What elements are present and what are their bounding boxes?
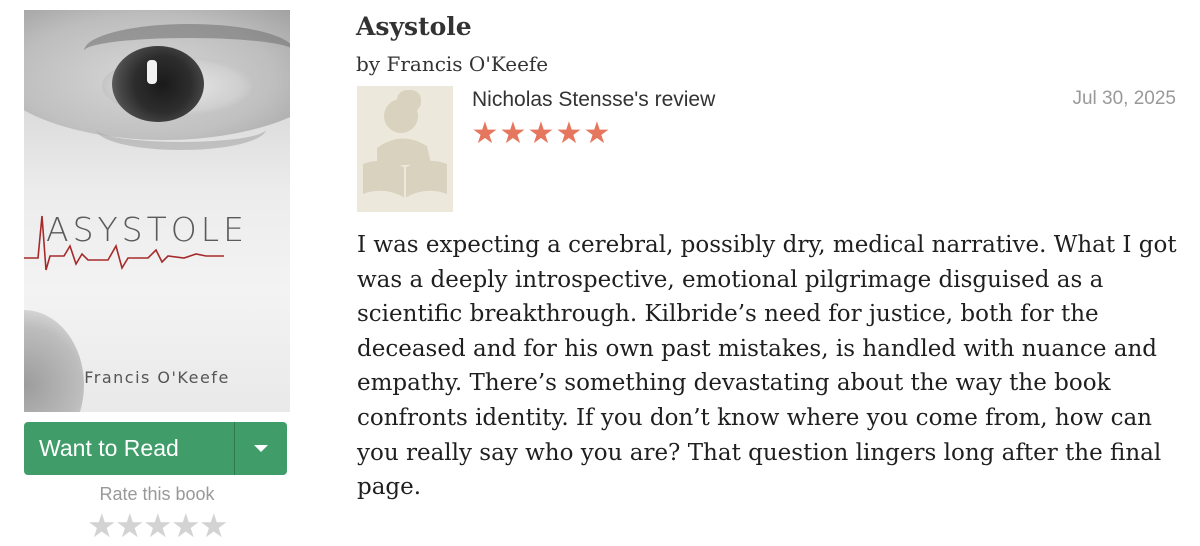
cover-author: Francis O'Keefe <box>84 368 230 387</box>
review-date[interactable]: Jul 30, 2025 <box>1072 88 1176 110</box>
reviewer-name-link[interactable]: Nicholas Stensse <box>472 88 634 111</box>
book-cover[interactable]: ASYSTOLE Francis O'Keefe <box>24 10 290 412</box>
rate-this-book-label: Rate this book <box>99 484 215 504</box>
reader-avatar-icon[interactable] <box>357 86 453 212</box>
shelf-dropdown-button[interactable] <box>235 422 287 475</box>
author-link[interactable]: Francis O'Keefe <box>386 52 548 76</box>
review-suffix: 's review <box>634 88 716 111</box>
cover-eye-glint <box>147 60 157 84</box>
by-label: by <box>356 52 381 76</box>
star-icon-4: ★ <box>555 117 583 150</box>
rate-star-icon-2[interactable]: ★ <box>115 506 145 546</box>
star-icon-1: ★ <box>471 117 499 150</box>
rate-star-icon-5[interactable]: ★ <box>199 506 229 546</box>
review-rating: ★ ★ ★ ★ ★ <box>471 116 611 152</box>
rate-star-icon-4[interactable]: ★ <box>171 506 201 546</box>
book-title[interactable]: Asystole <box>356 12 472 41</box>
star-icon-2: ★ <box>499 117 527 150</box>
star-icon-5: ★ <box>583 117 611 150</box>
rate-star-icon-3[interactable]: ★ <box>143 506 173 546</box>
cover-eyelid <box>96 108 266 150</box>
star-icon-3: ★ <box>527 117 555 150</box>
rate-star-icon-1[interactable]: ★ <box>87 506 117 546</box>
caret-down-icon <box>254 445 268 452</box>
want-to-read-button[interactable]: Want to Read <box>24 422 287 475</box>
review-text: I was expecting a cerebral, possibly dry… <box>357 232 1177 501</box>
cover-title: ASYSTOLE <box>46 210 248 249</box>
want-to-read-label[interactable]: Want to Read <box>24 435 234 462</box>
reviewer-heading: Nicholas Stensse's review <box>472 88 715 112</box>
byline: by Francis O'Keefe <box>356 52 548 76</box>
rate-stars[interactable]: ★ ★ ★ ★ ★ <box>87 506 229 546</box>
cover-cheek-shadow <box>24 310 84 412</box>
reader-silhouette-icon <box>363 90 447 198</box>
